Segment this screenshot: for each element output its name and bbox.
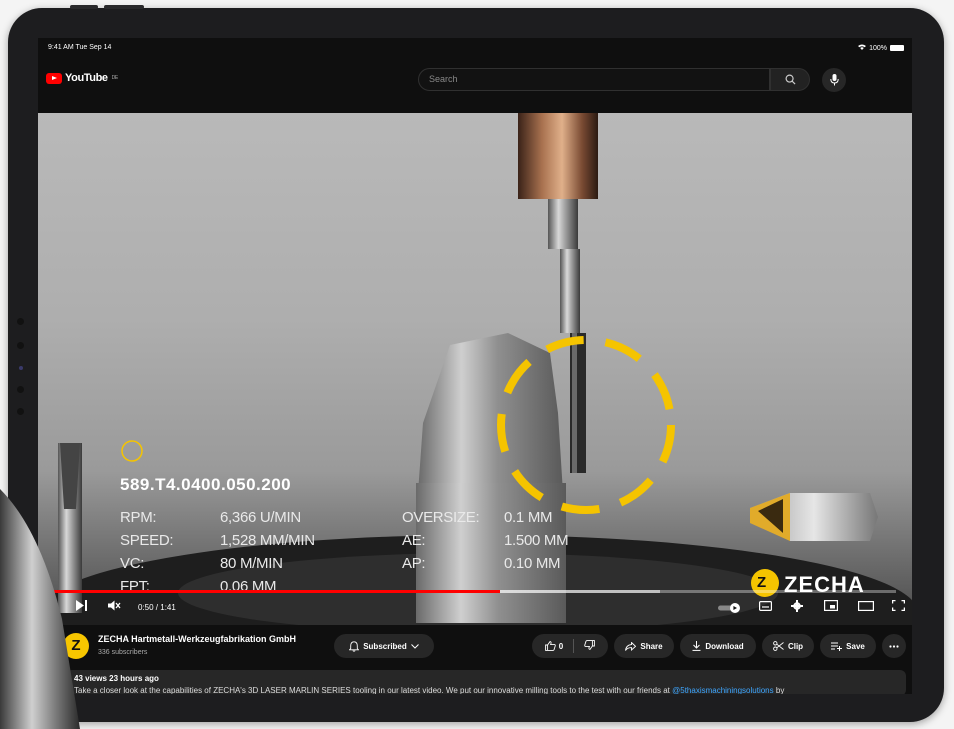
battery-icon — [890, 45, 904, 51]
spec-value: 0.10 MM — [504, 555, 561, 572]
youtube-logo[interactable]: YouTube DE — [46, 72, 118, 84]
sensor-dot — [17, 408, 24, 415]
spec-label: AP: — [402, 555, 426, 572]
mute-button[interactable] — [108, 600, 121, 614]
save-label: Save — [846, 641, 865, 651]
theater-mode-button[interactable] — [858, 600, 875, 614]
status-bar: 9:41 AM Tue Sep 14 100% — [38, 38, 912, 60]
top-button-left — [70, 5, 98, 9]
bell-icon — [349, 640, 360, 652]
status-time: 9:41 AM Tue Sep 14 — [48, 44, 112, 51]
scissors-icon — [773, 641, 784, 651]
description-tail: by — [775, 686, 785, 694]
search-icon — [785, 74, 796, 85]
download-icon — [692, 641, 701, 651]
gear-icon — [791, 600, 803, 612]
view-stats: 43 views 23 hours ago — [74, 674, 159, 683]
download-button[interactable]: Download — [680, 634, 756, 658]
save-playlist-icon — [831, 642, 843, 651]
dislike-button[interactable] — [584, 640, 596, 652]
share-button[interactable]: Share — [614, 634, 674, 658]
spec-label: SPEED: — [120, 532, 174, 549]
description-box[interactable]: 43 views 23 hours ago Take a closer look… — [66, 670, 906, 694]
like-dislike-group: 0 — [532, 634, 608, 658]
miniplayer-button[interactable] — [824, 600, 839, 614]
description-text-line: Take a closer look at the capabilities o… — [74, 686, 906, 694]
more-actions-button[interactable] — [882, 634, 906, 658]
like-count: 0 — [558, 641, 564, 651]
spec-value: 0.1 MM — [504, 509, 553, 526]
screen: 9:41 AM Tue Sep 14 100% YouTube DE Searc… — [38, 38, 912, 694]
chevron-down-icon — [410, 643, 419, 649]
subtitles-button[interactable] — [759, 600, 773, 614]
battery-percent: 100% — [869, 44, 887, 52]
foreground-tool — [0, 489, 80, 729]
channel-name[interactable]: ZECHA Hartmetall-Werkzeugfabrikation Gmb… — [98, 634, 296, 644]
spec-label: AE: — [402, 532, 426, 549]
miniplayer-icon — [824, 600, 839, 612]
region-code: DE — [111, 75, 119, 81]
microphone-icon — [829, 74, 839, 86]
thumbs-down-icon — [584, 640, 596, 650]
time-display: 0:50 / 1:41 — [138, 603, 176, 612]
spec-value: 80 M/MIN — [220, 555, 283, 572]
subscribed-label: Subscribed — [363, 641, 407, 651]
subtitles-icon — [759, 601, 773, 612]
youtube-header: YouTube DE Search — [38, 60, 912, 108]
video-player[interactable]: 589.T4.0400.050.200 RPM: 6,366 U/MIN SPE… — [38, 113, 912, 625]
search-input[interactable]: Search — [418, 68, 770, 91]
share-label: Share — [640, 641, 663, 651]
spec-label: RPM: — [120, 509, 157, 526]
fullscreen-icon — [891, 599, 906, 612]
zecha-logo-text: ZECHA — [784, 572, 865, 597]
status-right: 100% — [858, 44, 904, 52]
wifi-icon — [858, 44, 867, 52]
search-button[interactable] — [770, 68, 810, 91]
product-code: 589.T4.0400.050.200 — [120, 475, 292, 494]
voice-search-button[interactable] — [822, 68, 846, 92]
subscribed-button[interactable]: Subscribed — [334, 634, 434, 658]
sensor-dot — [17, 342, 24, 349]
progress-bar[interactable] — [54, 590, 896, 593]
youtube-play-icon — [46, 72, 62, 84]
spec-label: VC: — [120, 555, 145, 572]
like-divider — [573, 639, 575, 653]
autoplay-toggle[interactable] — [718, 602, 742, 616]
sensor-dot — [17, 318, 24, 325]
progress-fill — [54, 590, 501, 593]
clip-label: Clip — [787, 641, 804, 651]
youtube-logo-text: YouTube — [65, 72, 108, 84]
spec-label: OVERSIZE: — [402, 509, 480, 526]
more-horizontal-icon — [889, 644, 899, 648]
volume-muted-icon — [108, 600, 121, 611]
clip-button[interactable]: Clip — [762, 634, 814, 658]
fullscreen-button[interactable] — [891, 599, 906, 614]
sensor-dot — [17, 386, 24, 393]
mention-link[interactable]: @5thaxismachiningsolutions — [672, 686, 774, 694]
save-button[interactable]: Save — [820, 634, 876, 658]
description-text: Take a closer look at the capabilities o… — [74, 686, 670, 694]
spec-value: 1.500 MM — [504, 532, 569, 549]
zecha-logo-mark: Z — [757, 574, 767, 591]
thumbs-up-icon — [544, 641, 556, 651]
autoplay-icon — [718, 603, 740, 613]
sensor-dot — [19, 366, 23, 370]
subscriber-count: 336 subscribers — [98, 649, 148, 656]
settings-button[interactable] — [791, 600, 803, 615]
theater-icon — [858, 601, 875, 612]
spec-value: 1,528 MM/MIN — [220, 532, 315, 549]
like-button[interactable]: 0 — [544, 641, 564, 651]
download-label: Download — [705, 641, 744, 651]
share-icon — [625, 641, 637, 651]
top-button-right — [104, 5, 144, 9]
spec-value: 6,366 U/MIN — [220, 509, 301, 526]
